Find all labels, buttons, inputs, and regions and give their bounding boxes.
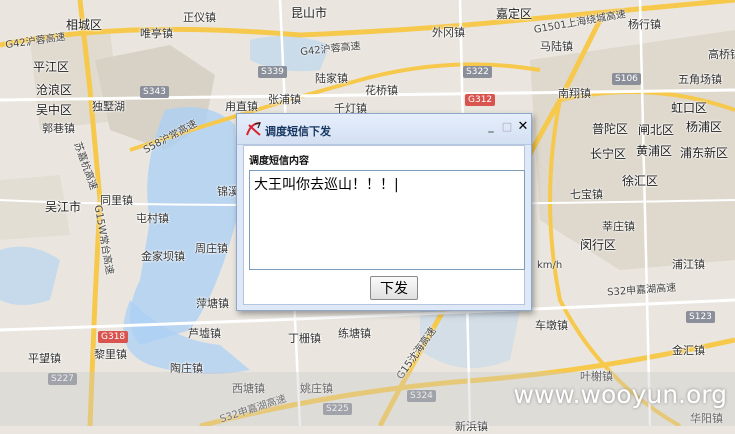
map-label: 浦江镇 xyxy=(672,258,705,271)
scale-fragment: km/h xyxy=(537,260,563,271)
sms-content-textarea[interactable]: 大王叫你去巡山！！！| xyxy=(249,170,525,270)
map-label: 平江区 xyxy=(33,60,70,74)
sms-dispatch-dialog: 调度短信下发 _ □ ✕ 调度短信内容 大王叫你去巡山！！！| 下发 xyxy=(236,113,532,311)
maximize-button[interactable]: □ xyxy=(501,121,513,133)
map-label: 浦东新区 xyxy=(680,146,729,160)
dialog-title: 调度短信下发 xyxy=(265,125,331,138)
map-label: 五角场镇 xyxy=(678,73,722,86)
dialog-body: 调度短信内容 大王叫你去巡山！！！| 下发 xyxy=(243,145,525,305)
map-label: 花桥镇 xyxy=(365,84,398,97)
map-label: 金汇镇 xyxy=(672,344,705,357)
road-shield: S123 xyxy=(686,311,715,323)
send-button[interactable]: 下发 xyxy=(370,276,418,300)
map-label: 金家坝镇 xyxy=(141,250,185,263)
map-label: 丁栅镇 xyxy=(288,332,321,345)
map-label: 萍塘镇 xyxy=(196,297,229,310)
map-label: 练塘镇 xyxy=(338,327,371,340)
map-label: 杨浦区 xyxy=(686,120,723,134)
map-label: 正仪镇 xyxy=(183,11,216,24)
road-shield: G318 xyxy=(98,331,129,343)
close-button[interactable]: ✕ xyxy=(517,120,529,133)
road-shield: S343 xyxy=(140,86,169,98)
map-label: 外冈镇 xyxy=(432,26,465,39)
map-label: 长宁区 xyxy=(590,147,627,161)
map-label: 沧浪区 xyxy=(36,83,73,97)
map-label: 马陆镇 xyxy=(540,40,573,53)
map-label: 张浦镇 xyxy=(268,93,301,106)
map-label: 吴中区 xyxy=(36,103,73,117)
map-label: 陆家镇 xyxy=(315,72,348,85)
map-label: 相城区 xyxy=(66,18,103,32)
map-label: 莘庄镇 xyxy=(602,220,635,233)
map-label: 虹口区 xyxy=(671,101,708,115)
road-shield: S322 xyxy=(463,66,492,78)
map-label: 嘉定区 xyxy=(496,7,533,21)
road-shield: S106 xyxy=(612,73,641,85)
map-label: 屯村镇 xyxy=(136,212,169,225)
minimize-button[interactable]: _ xyxy=(485,121,497,133)
map-label: 车墩镇 xyxy=(535,319,568,332)
map-label: 闸北区 xyxy=(638,123,675,137)
map-label: 徐汇区 xyxy=(622,174,659,188)
map-label: 芦墟镇 xyxy=(188,327,221,340)
map-label: 黎里镇 xyxy=(94,348,127,361)
road-shield: S339 xyxy=(258,66,287,78)
road-shield: G312 xyxy=(465,94,496,106)
map-label: 闵行区 xyxy=(580,238,617,252)
map-label: 郭巷镇 xyxy=(42,122,75,135)
map-label: 独墅湖 xyxy=(92,100,125,113)
map-label: 昆山市 xyxy=(291,6,328,20)
map-label: 甪直镇 xyxy=(225,100,258,113)
map-label: 南翔镇 xyxy=(558,87,591,100)
dialog-titlebar[interactable]: 调度短信下发 _ □ ✕ xyxy=(237,114,531,145)
map-label: 杨行镇 xyxy=(628,18,661,31)
map-label: 周庄镇 xyxy=(195,242,228,255)
map-label: 高桥镇 xyxy=(708,48,735,61)
sms-content-label: 调度短信内容 xyxy=(249,156,309,167)
map-label: 平望镇 xyxy=(28,352,61,365)
map-label: 普陀区 xyxy=(592,122,629,136)
watermark-text: www.wooyun.org xyxy=(513,380,727,409)
map-label: 吴江市 xyxy=(45,200,82,214)
map-label: 黄浦区 xyxy=(636,144,673,158)
map-label: 唯亭镇 xyxy=(140,27,173,40)
watermark: www.wooyun.org xyxy=(0,372,735,426)
dispatch-logo-icon xyxy=(246,122,261,136)
map-label: 七宝镇 xyxy=(570,188,603,201)
